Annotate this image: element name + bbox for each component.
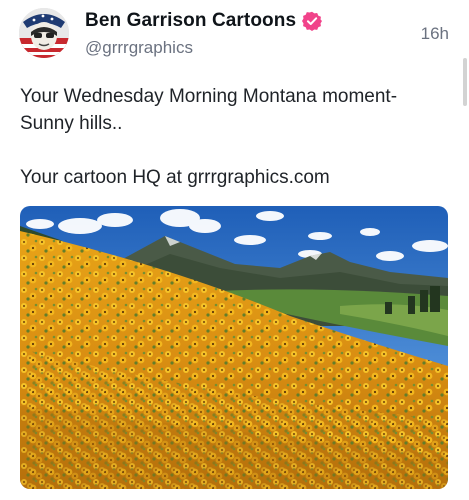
post-text-line-1: Your Wednesday Morning Montana moment- S… [20, 86, 398, 134]
wildflower-hillside-photo [20, 206, 448, 489]
author-name-row[interactable]: Ben Garrison Cartoons [85, 10, 323, 32]
author-handle[interactable]: @grrrgraphics [85, 38, 193, 58]
post-card: Ben Garrison Cartoons @grrrgraphics 16h … [0, 0, 469, 500]
avatar[interactable] [19, 8, 69, 58]
author-name[interactable]: Ben Garrison Cartoons [85, 10, 296, 32]
verified-badge-icon [302, 11, 323, 32]
post-image[interactable] [20, 206, 448, 489]
post-text-line-2: Your cartoon HQ at grrrgraphics.com [20, 167, 330, 188]
scrollbar[interactable] [463, 58, 467, 106]
avatar-image [19, 8, 69, 58]
post-text: Your Wednesday Morning Montana moment- S… [20, 83, 450, 191]
post-timestamp[interactable]: 16h [421, 24, 449, 44]
